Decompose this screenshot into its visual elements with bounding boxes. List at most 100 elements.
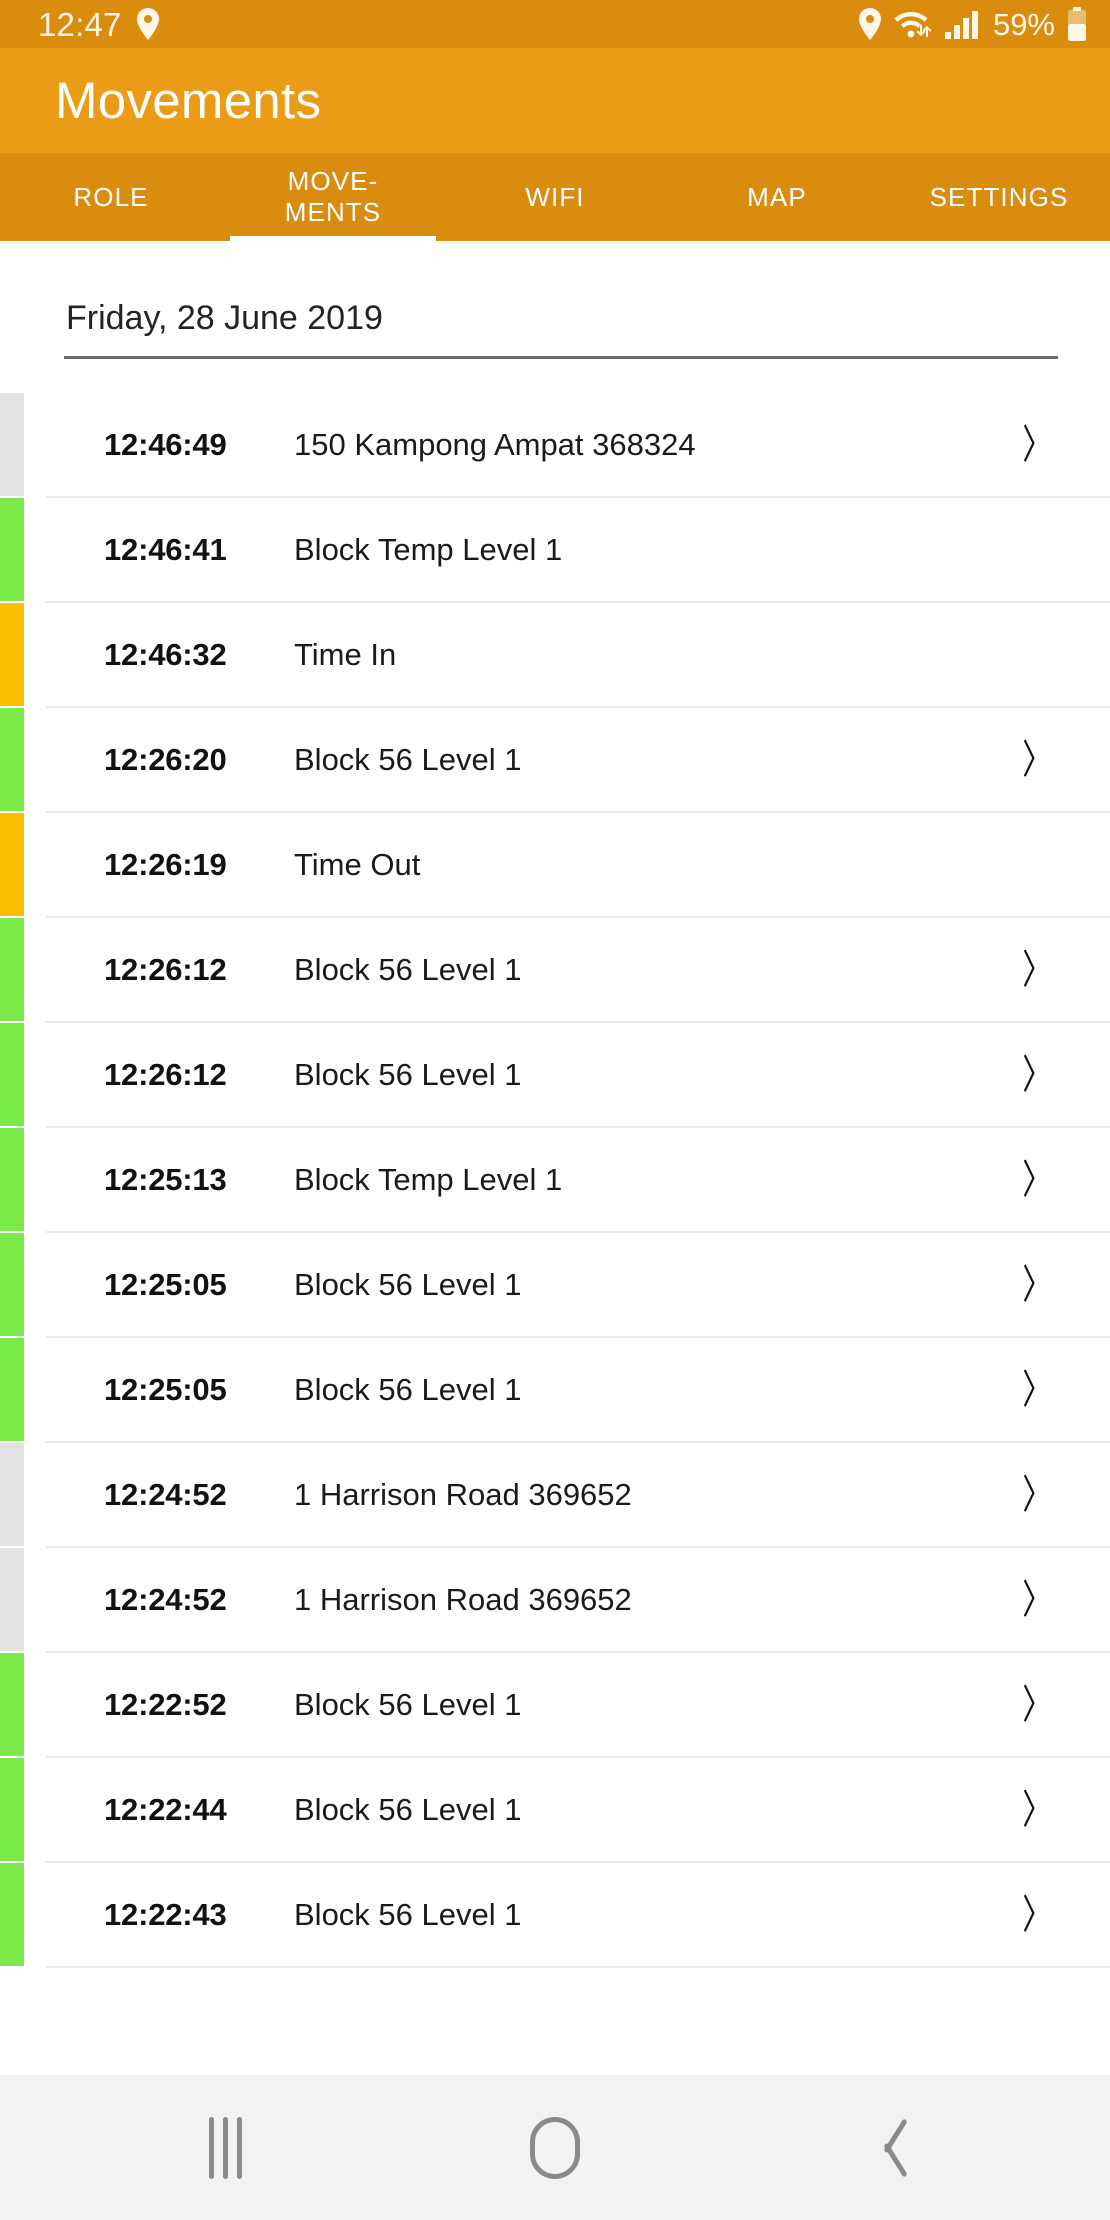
- movement-row[interactable]: 12:26:12 Block 56 Level 1 〉: [0, 918, 1110, 1023]
- row-label: Block 56 Level 1: [294, 1791, 522, 1827]
- row-time: 12:25:05: [104, 1266, 227, 1302]
- recents-icon: [208, 2116, 242, 2179]
- row-status-marker: [0, 393, 24, 496]
- movement-row[interactable]: 12:24:52 1 Harrison Road 369652 〉: [0, 1548, 1110, 1653]
- chevron-right-icon[interactable]: 〉: [1022, 1475, 1052, 1515]
- home-button[interactable]: [480, 2098, 630, 2198]
- row-status-marker: [0, 1863, 24, 1966]
- row-status-marker: [0, 918, 24, 1021]
- row-time: 12:25:05: [104, 1371, 227, 1407]
- chevron-right-icon[interactable]: 〉: [1022, 950, 1052, 990]
- back-icon: [867, 2117, 903, 2179]
- row-time: 12:22:43: [104, 1896, 227, 1932]
- tab-label: MOVE- MENTS: [284, 166, 382, 227]
- row-status-marker: [0, 603, 24, 706]
- cellular-signal-icon: [944, 8, 982, 40]
- android-navigation-bar: [0, 2075, 1110, 2220]
- movement-row[interactable]: 12:46:32Time In〉: [0, 603, 1110, 708]
- movement-row[interactable]: 12:26:19Time Out〉: [0, 813, 1110, 918]
- row-label: Block 56 Level 1: [294, 1896, 522, 1932]
- movements-list[interactable]: 12:46:49 150 Kampong Ampat 368324 〉 12:46:4…: [0, 359, 1110, 1968]
- tab-settings[interactable]: SETTINGS: [888, 153, 1110, 241]
- row-time: 12:26:12: [104, 951, 227, 987]
- movement-row[interactable]: 12:22:44 Block 56 Level 1 〉: [0, 1758, 1110, 1863]
- page-title: Movements: [55, 72, 322, 129]
- recents-button[interactable]: [150, 2098, 300, 2198]
- movement-row[interactable]: 12:25:05 Block 56 Level 1 〉: [0, 1338, 1110, 1443]
- chevron-right-icon[interactable]: 〉: [1022, 1055, 1052, 1095]
- chevron-right-icon[interactable]: 〉: [1022, 1160, 1052, 1200]
- chevron-right-icon[interactable]: 〉: [1022, 1265, 1052, 1305]
- wifi-icon: [893, 8, 933, 40]
- row-time: 12:26:20: [104, 741, 227, 777]
- back-button[interactable]: [810, 2098, 960, 2198]
- status-bar-left: 12:47: [38, 8, 160, 41]
- row-status-marker: [0, 708, 24, 811]
- row-label: Time In: [294, 636, 397, 672]
- movement-row[interactable]: 12:26:12 Block 56 Level 1 〉: [0, 1023, 1110, 1128]
- location-pin-icon: [858, 8, 882, 40]
- row-label: Block 56 Level 1: [294, 1266, 522, 1302]
- row-label: Block 56 Level 1: [294, 741, 522, 777]
- movement-row[interactable]: 12:24:52 1 Harrison Road 369652 〉: [0, 1443, 1110, 1548]
- row-time: 12:22:52: [104, 1686, 227, 1722]
- tab-wifi[interactable]: WIFI: [444, 153, 666, 241]
- tab-label: MAP: [747, 181, 807, 212]
- movement-row[interactable]: 12:25:05 Block 56 Level 1 〉: [0, 1233, 1110, 1338]
- row-label: Time Out: [294, 846, 421, 882]
- row-label: Block Temp Level 1: [294, 531, 563, 567]
- row-time: 12:26:19: [104, 846, 227, 882]
- row-time: 12:22:44: [104, 1791, 227, 1827]
- row-time: 12:46:41: [104, 531, 227, 567]
- row-time: 12:25:13: [104, 1161, 227, 1197]
- movement-row[interactable]: 12:46:41Block Temp Level 1〉: [0, 498, 1110, 603]
- row-label: 1 Harrison Road 369652: [294, 1476, 632, 1512]
- row-label: 150 Kampong Ampat 368324: [294, 426, 696, 462]
- status-clock: 12:47: [38, 5, 122, 43]
- chevron-right-icon[interactable]: 〉: [1022, 425, 1052, 465]
- movement-row[interactable]: 12:46:49 150 Kampong Ampat 368324 〉: [0, 393, 1110, 498]
- phone-screen: 12:47 59% Movements ROLE MOVE- MENTS WIF…: [0, 0, 1110, 2220]
- tab-label: ROLE: [73, 181, 149, 212]
- row-status-marker: [0, 1023, 24, 1126]
- row-label: Block Temp Level 1: [294, 1161, 563, 1197]
- battery-icon: [1066, 7, 1088, 41]
- status-bar: 12:47 59%: [0, 0, 1110, 48]
- chevron-right-icon[interactable]: 〉: [1022, 1685, 1052, 1725]
- movement-row[interactable]: 12:26:20 Block 56 Level 1 〉: [0, 708, 1110, 813]
- date-header: Friday, 28 June 2019: [66, 299, 383, 337]
- row-status-marker: [0, 1338, 24, 1441]
- app-bar: Movements: [0, 48, 1110, 153]
- battery-percent-label: 59%: [992, 6, 1055, 42]
- location-pin-icon: [136, 8, 160, 40]
- movement-row[interactable]: 12:22:52 Block 56 Level 1 〉: [0, 1653, 1110, 1758]
- row-time: 12:46:32: [104, 636, 227, 672]
- date-header-block: Friday, 28 June 2019: [0, 241, 1110, 359]
- row-label: Block 56 Level 1: [294, 1056, 522, 1092]
- row-status-marker: [0, 1233, 24, 1336]
- chevron-right-icon[interactable]: 〉: [1022, 740, 1052, 780]
- tab-role[interactable]: ROLE: [0, 153, 222, 241]
- chevron-right-icon[interactable]: 〉: [1022, 1580, 1052, 1620]
- row-status-marker: [0, 1128, 24, 1231]
- movements-content: Friday, 28 June 2019 12:46:49 150 Kampong…: [0, 241, 1110, 2075]
- row-status-marker: [0, 813, 24, 916]
- tab-label: WIFI: [525, 181, 585, 212]
- row-label: 1 Harrison Road 369652: [294, 1581, 632, 1617]
- chevron-right-icon[interactable]: 〉: [1022, 1790, 1052, 1830]
- row-time: 12:26:12: [104, 1056, 227, 1092]
- movement-row[interactable]: 12:22:43 Block 56 Level 1 〉: [0, 1863, 1110, 1968]
- chevron-right-icon[interactable]: 〉: [1022, 1895, 1052, 1935]
- movement-row[interactable]: 12:25:13 Block Temp Level 1 〉: [0, 1128, 1110, 1233]
- chevron-right-icon[interactable]: 〉: [1022, 1370, 1052, 1410]
- row-time: 12:46:49: [104, 426, 227, 462]
- row-label: Block 56 Level 1: [294, 1371, 522, 1407]
- tab-map[interactable]: MAP: [666, 153, 888, 241]
- status-bar-right: 59%: [858, 7, 1088, 41]
- row-time: 12:24:52: [104, 1476, 227, 1512]
- row-status-marker: [0, 498, 24, 601]
- row-status-marker: [0, 1758, 24, 1861]
- row-status-marker: [0, 1443, 24, 1546]
- tab-movements[interactable]: MOVE- MENTS: [222, 153, 444, 241]
- home-icon: [530, 2116, 580, 2179]
